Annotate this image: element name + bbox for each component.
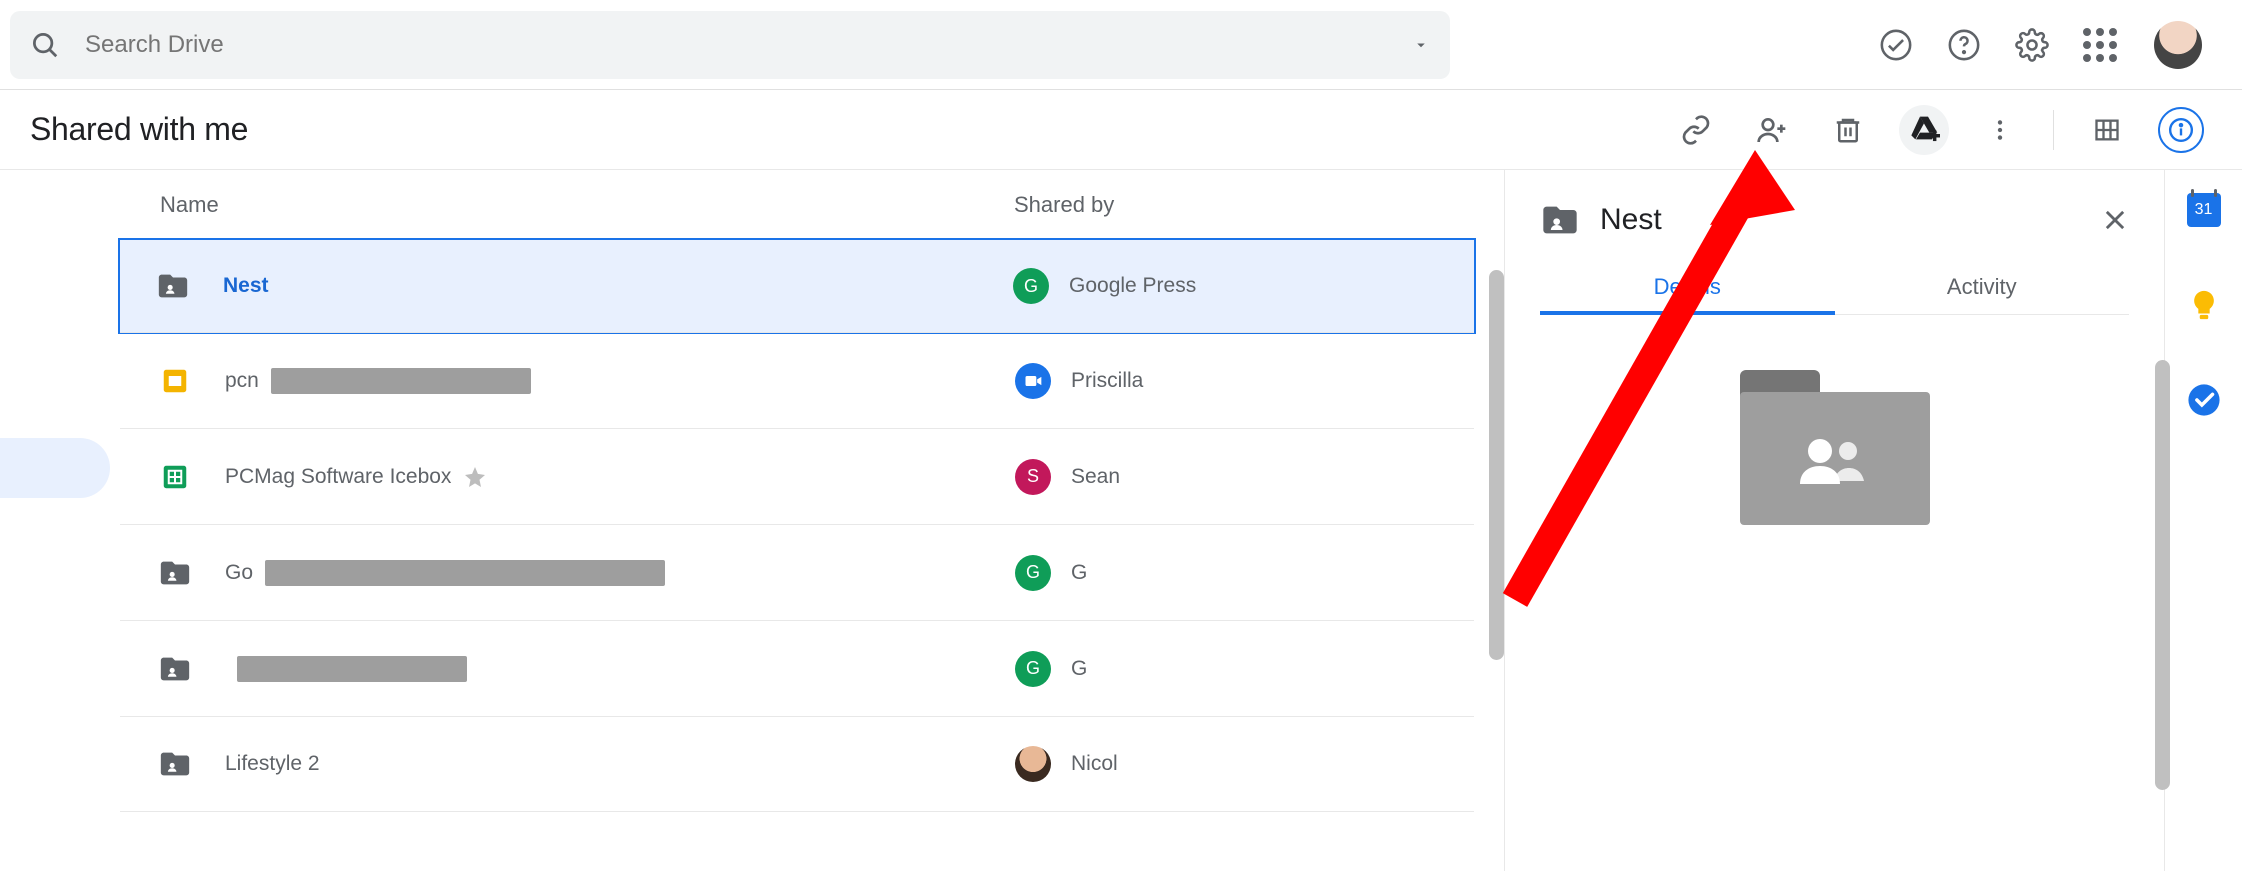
grid-view-toggle-icon[interactable] bbox=[2082, 105, 2132, 155]
shared-by-cell: G G bbox=[1015, 651, 1087, 687]
shared-folder-icon bbox=[1540, 200, 1580, 240]
google-apps-icon[interactable] bbox=[2076, 21, 2124, 69]
redacted-text bbox=[237, 656, 467, 682]
file-list: Name Shared by Nest G Google Press pcn P… bbox=[120, 170, 1504, 871]
shared-by-cell: Priscilla bbox=[1015, 363, 1143, 399]
shared-folder-icon bbox=[155, 744, 195, 784]
file-row[interactable]: pcn Priscilla bbox=[120, 332, 1474, 428]
file-row[interactable]: Go G G bbox=[120, 524, 1474, 620]
shared-by-cell: G Google Press bbox=[1013, 268, 1196, 304]
account-avatar[interactable] bbox=[2154, 21, 2202, 69]
add-to-drive-icon[interactable] bbox=[1899, 105, 1949, 155]
tasks-app-icon[interactable] bbox=[2184, 380, 2224, 420]
action-bar-divider bbox=[2053, 110, 2054, 150]
star-icon[interactable] bbox=[463, 465, 487, 489]
left-nav-active-pill[interactable] bbox=[0, 438, 110, 498]
search-options-caret-icon[interactable] bbox=[1412, 36, 1430, 54]
close-details-icon[interactable] bbox=[2101, 206, 2129, 234]
details-panel: Nest Details Activity bbox=[1504, 170, 2164, 871]
calendar-app-icon[interactable]: 31 bbox=[2184, 190, 2224, 230]
settings-gear-icon[interactable] bbox=[2008, 21, 2056, 69]
details-preview bbox=[1540, 370, 2129, 525]
tab-activity[interactable]: Activity bbox=[1835, 260, 2130, 314]
file-row[interactable]: G G bbox=[120, 620, 1474, 716]
share-person-add-icon[interactable] bbox=[1747, 105, 1797, 155]
file-name: Nest bbox=[223, 274, 269, 298]
search-input[interactable] bbox=[85, 31, 1412, 59]
search-icon bbox=[30, 30, 60, 60]
sheets-icon bbox=[155, 457, 195, 497]
shared-by-cell: S Sean bbox=[1015, 459, 1120, 495]
shared-folder-icon bbox=[155, 649, 195, 689]
file-list-header: Name Shared by bbox=[120, 170, 1474, 240]
file-name: PCMag Software Icebox bbox=[225, 465, 451, 489]
shared-by-cell: G G bbox=[1015, 555, 1087, 591]
tab-details[interactable]: Details bbox=[1540, 260, 1835, 314]
details-panel-scrollbar[interactable] bbox=[2155, 360, 2170, 790]
left-nav-gutter bbox=[0, 170, 120, 871]
file-row[interactable]: PCMag Software Icebox S Sean bbox=[120, 428, 1474, 524]
redacted-text bbox=[271, 368, 531, 394]
file-row[interactable]: Lifestyle 2 Nicol bbox=[120, 716, 1474, 812]
shared-by-name: G bbox=[1071, 561, 1087, 585]
help-icon[interactable] bbox=[1940, 21, 1988, 69]
view-details-info-icon[interactable] bbox=[2158, 107, 2204, 153]
shared-folder-icon bbox=[153, 266, 193, 306]
column-header-name[interactable]: Name bbox=[160, 192, 1014, 218]
shared-by-name: Priscilla bbox=[1071, 369, 1143, 393]
file-list-scrollbar[interactable] bbox=[1489, 270, 1504, 660]
main-area: Name Shared by Nest G Google Press pcn P… bbox=[0, 170, 2242, 871]
shared-by-name: Google Press bbox=[1069, 274, 1196, 298]
trash-icon[interactable] bbox=[1823, 105, 1873, 155]
file-row[interactable]: Nest G Google Press bbox=[118, 238, 1476, 334]
details-panel-title: Nest bbox=[1600, 203, 1662, 237]
top-bar bbox=[0, 0, 2242, 90]
action-bar: Shared with me bbox=[0, 90, 2242, 170]
calendar-day-number: 31 bbox=[2195, 201, 2213, 219]
file-name: pcn bbox=[225, 369, 259, 393]
keep-app-icon[interactable] bbox=[2184, 285, 2224, 325]
side-panel: 31 bbox=[2164, 170, 2242, 871]
details-panel-tabs: Details Activity bbox=[1540, 260, 2129, 315]
file-name: Go bbox=[225, 561, 253, 585]
column-header-shared-by[interactable]: Shared by bbox=[1014, 192, 1474, 218]
shared-by-cell: Nicol bbox=[1015, 746, 1118, 782]
page-title: Shared with me bbox=[30, 111, 248, 148]
file-name: Lifestyle 2 bbox=[225, 752, 320, 776]
redacted-text bbox=[265, 560, 665, 586]
more-actions-icon[interactable] bbox=[1975, 105, 2025, 155]
search-box[interactable] bbox=[10, 11, 1450, 79]
slides-icon bbox=[155, 361, 195, 401]
folder-preview-icon bbox=[1740, 370, 1930, 525]
shared-by-name: Sean bbox=[1071, 465, 1120, 489]
shared-folder-icon bbox=[155, 553, 195, 593]
shared-by-name: Nicol bbox=[1071, 752, 1118, 776]
offline-ready-icon[interactable] bbox=[1872, 21, 1920, 69]
shared-by-name: G bbox=[1071, 657, 1087, 681]
get-link-icon[interactable] bbox=[1671, 105, 1721, 155]
